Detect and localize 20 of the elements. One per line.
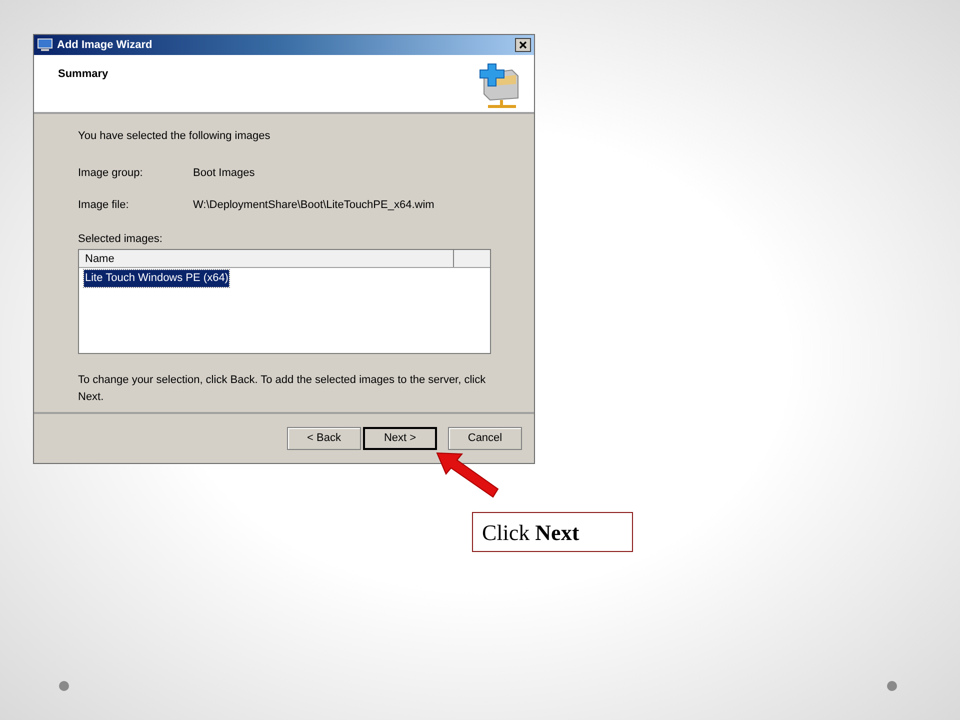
dialog-button[interactable]: < Back [287,427,361,450]
dialog-button[interactable]: Next > [363,427,437,450]
close-icon [519,41,527,49]
dialog-button[interactable]: Cancel [448,427,522,450]
field-label: Image file: [78,198,130,213]
list-label: Selected images: [78,232,164,246]
field-value: Boot Images [193,166,255,180]
intro-text: You have selected the following images [78,129,272,144]
pointer-arrow [436,452,500,498]
slide-dot-icon [59,681,69,691]
window-title: Add Image Wizard [57,38,154,53]
field-value: W:\DeploymentShare\Boot\LiteTouchPE_x64.wim [193,198,434,213]
computer-icon [37,38,53,52]
list-item[interactable]: Lite Touch Windows PE (x64) [84,270,230,286]
slide-dot-icon [887,681,897,691]
instructions-text: To change your selection, click Back. To add the selected images to the server, click Next. [78,373,487,404]
callout-text: Click Next [482,518,580,546]
field-label: Image group: [78,166,144,180]
close-button[interactable] [515,38,531,52]
page-title: Summary [58,67,108,82]
